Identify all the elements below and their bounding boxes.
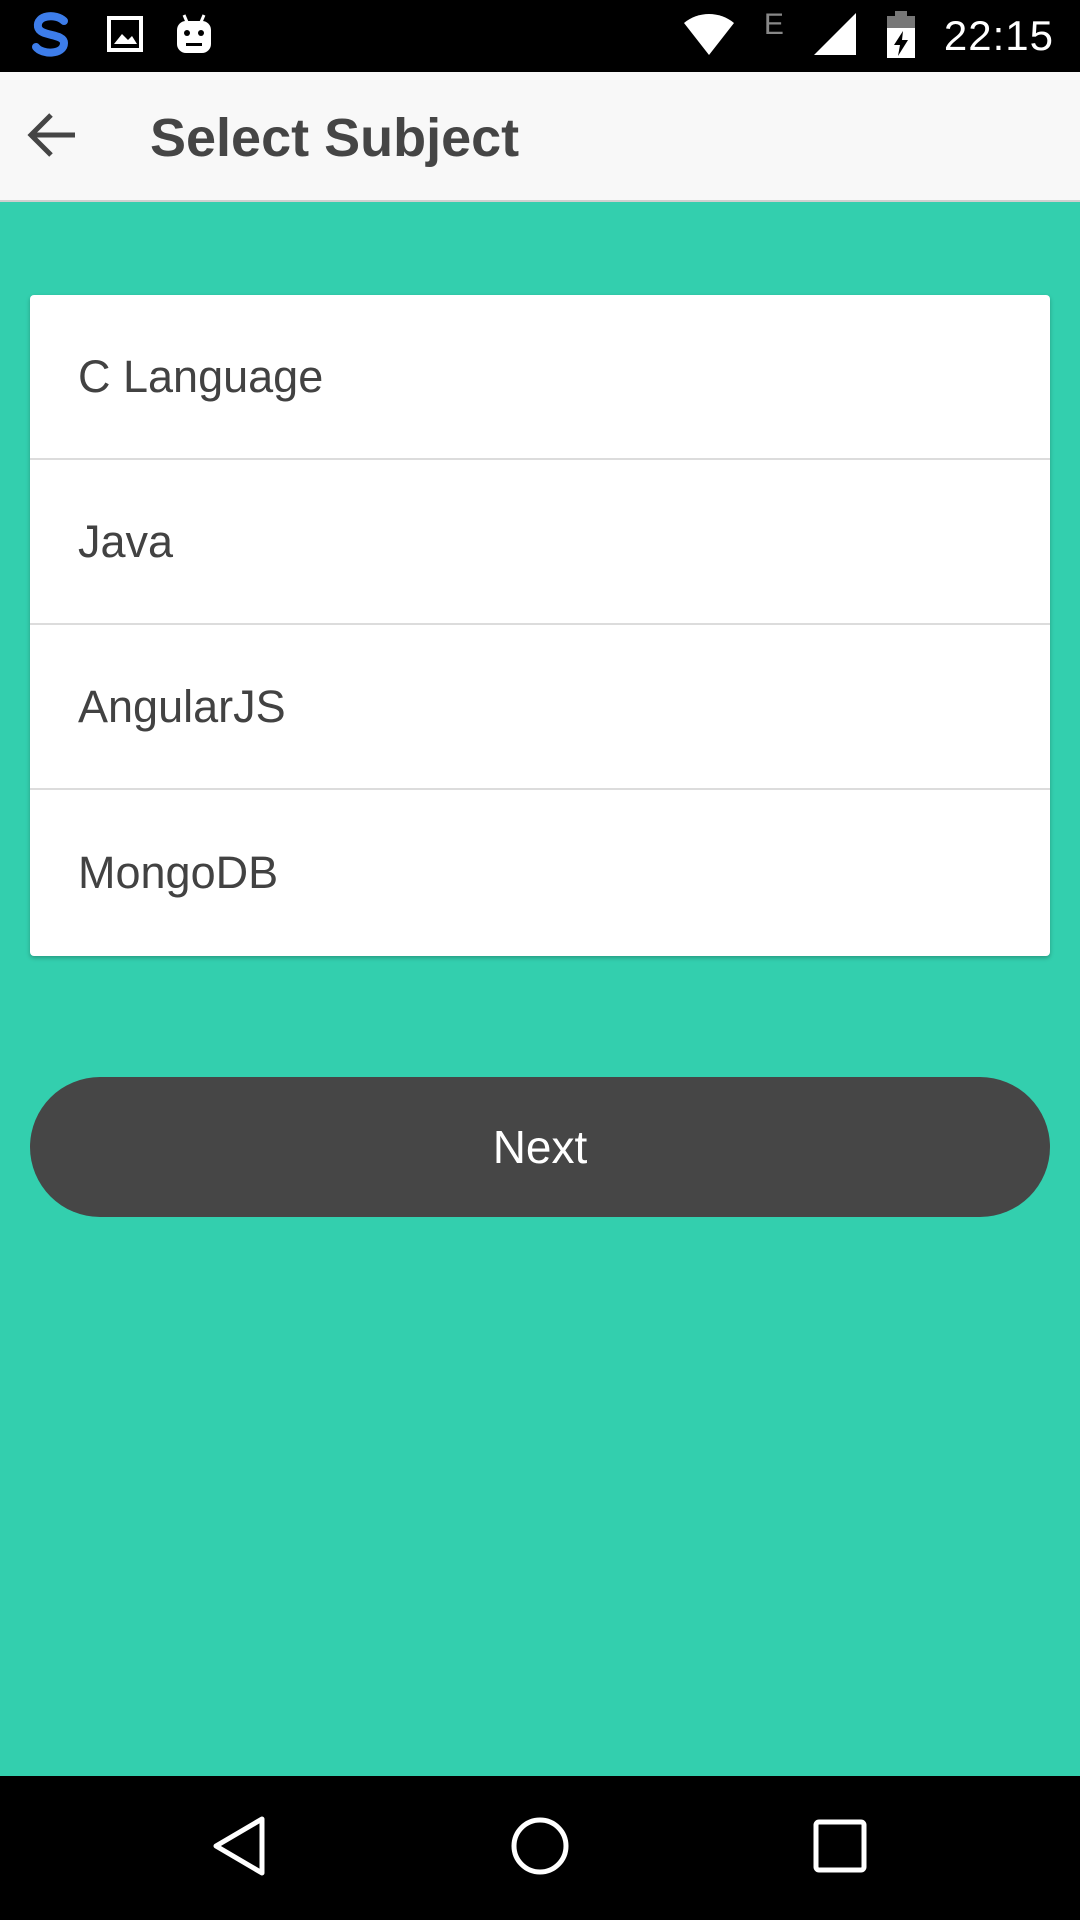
status-left-icons	[26, 10, 214, 62]
navigation-bar	[0, 1776, 1080, 1920]
battery-charging-icon	[886, 9, 916, 64]
nav-recents-icon	[812, 1818, 868, 1879]
swiftkey-icon	[26, 9, 76, 64]
nav-back-button[interactable]	[200, 1808, 280, 1888]
app-bar: Select Subject	[0, 72, 1080, 202]
page-title: Select Subject	[150, 108, 520, 168]
status-time: 22:15	[943, 12, 1054, 59]
list-item-c-language[interactable]: C Language	[30, 295, 1050, 460]
network-type-label: E	[763, 8, 784, 41]
list-item-label: MongoDB	[78, 846, 279, 898]
status-bar: E 22:15	[0, 0, 1080, 72]
image-icon	[106, 15, 144, 58]
list-item-label: C Language	[78, 350, 324, 402]
list-item-mongodb[interactable]: MongoDB	[30, 790, 1050, 955]
signal-icon	[812, 11, 858, 62]
list-item-java[interactable]: Java	[30, 460, 1050, 625]
nav-home-icon	[509, 1815, 571, 1882]
list-item-label: AngularJS	[78, 680, 286, 732]
nav-back-icon	[210, 1815, 270, 1882]
list-item-label: Java	[78, 515, 174, 567]
wifi-icon	[682, 11, 736, 62]
arrow-back-icon	[27, 109, 79, 166]
nav-home-button[interactable]	[500, 1808, 580, 1888]
android-icon	[174, 13, 214, 60]
next-button[interactable]: Next	[30, 1077, 1050, 1217]
back-button[interactable]	[18, 102, 88, 172]
subject-list: C Language Java AngularJS MongoDB	[30, 295, 1050, 956]
status-right-icons: E 22:15	[682, 6, 1054, 66]
nav-recents-button[interactable]	[800, 1808, 880, 1888]
list-item-angularjs[interactable]: AngularJS	[30, 625, 1050, 790]
